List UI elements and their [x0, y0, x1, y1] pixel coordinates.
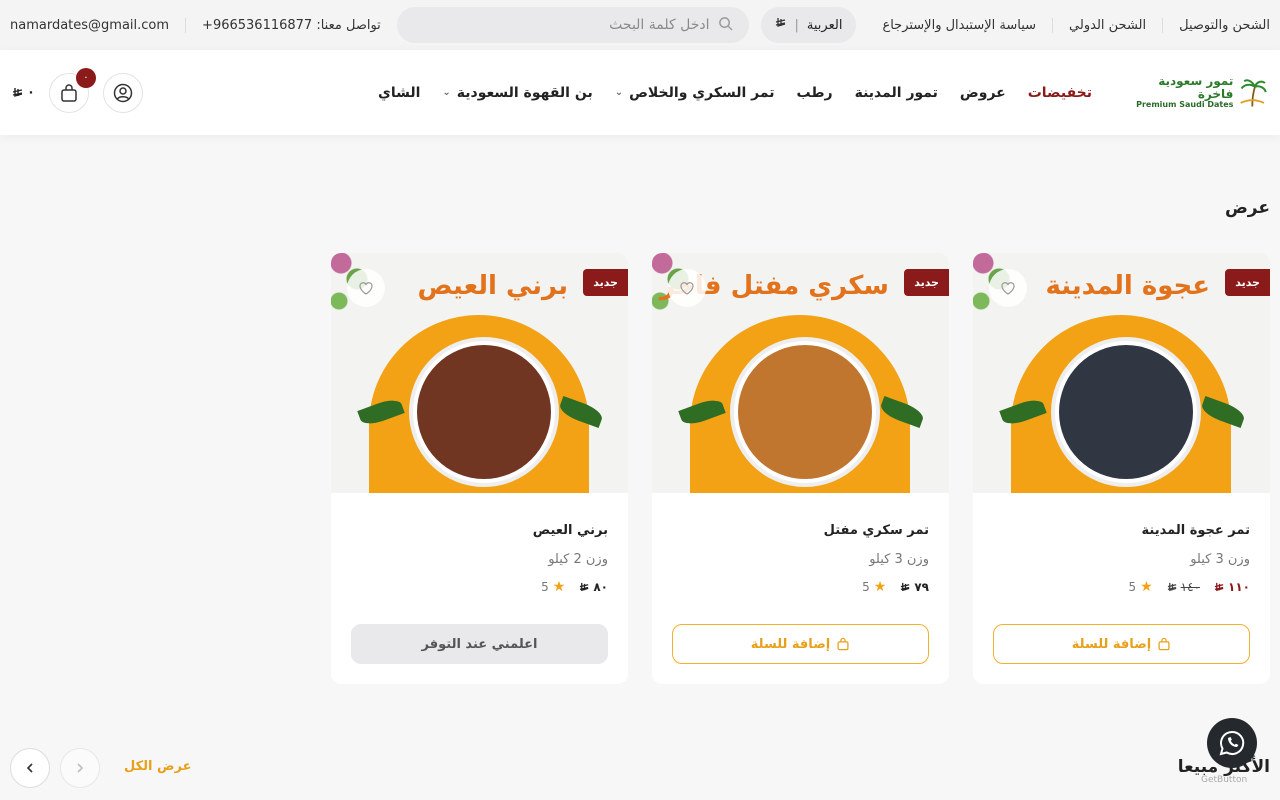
- dates-fill: [1059, 345, 1193, 479]
- riyal-icon: [580, 582, 589, 591]
- nav-item-tea[interactable]: الشاي: [378, 85, 420, 101]
- product-card[interactable]: عجوة المدينة جديد تمر عجوة المدينة وزن 3…: [973, 253, 1270, 684]
- user-icon: [113, 83, 133, 102]
- search-bar: [396, 7, 749, 43]
- top-bar: الشحن والتوصيل الشحن الدولي سياسة الإستب…: [0, 0, 1280, 50]
- return-policy-link[interactable]: سياسة الإستبدال والإسترجاع: [866, 18, 1052, 33]
- riyal-icon: [1167, 582, 1177, 591]
- logo-english-text: Premium Saudi Dates: [1136, 100, 1234, 110]
- chevron-down-icon: ⌄: [614, 87, 624, 98]
- top-links: الشحن والتوصيل الشحن الدولي سياسة الإستب…: [866, 17, 1270, 33]
- product-name[interactable]: تمر سكري مفتل: [672, 523, 929, 538]
- carousel-next-button[interactable]: [10, 748, 50, 788]
- heart-icon: [680, 282, 694, 295]
- add-to-cart-button[interactable]: إضافة للسلة: [672, 624, 929, 664]
- product-meta: ٨٠ ★ 5: [351, 579, 608, 595]
- phone-number: +966536116877: [202, 17, 313, 33]
- product-card[interactable]: برني العيص جديد برني العيص وزن 2 كيلو ٨٠…: [331, 253, 628, 684]
- search-input[interactable]: [412, 17, 710, 33]
- star-icon: ★: [1140, 579, 1153, 595]
- main-nav: تخفيضات عروض تمور المدينة رطب تمر السكري…: [378, 85, 1092, 101]
- product-rating: ★ 5: [862, 579, 887, 595]
- dates-bowl: [409, 337, 559, 487]
- riyal-icon: [1214, 582, 1224, 591]
- search-icon[interactable]: [718, 16, 733, 35]
- chevron-left-icon: [26, 763, 33, 773]
- product-name[interactable]: تمر عجوة المدينة: [993, 523, 1250, 538]
- star-icon: ★: [552, 579, 566, 595]
- international-shipping-link[interactable]: الشحن الدولي: [1052, 17, 1162, 33]
- shopping-bag-icon: [837, 637, 849, 651]
- product-price: ١١٠: [1214, 580, 1250, 594]
- product-meta: ٧٩ ★ 5: [672, 579, 929, 595]
- product-image[interactable]: عجوة المدينة جديد: [973, 253, 1270, 493]
- shopping-bag-icon: [1158, 637, 1170, 651]
- language-currency-selector[interactable]: العربية |: [760, 7, 857, 43]
- nav-item-saudi-coffee[interactable]: بن القهوة السعودية ⌄: [442, 85, 592, 101]
- product-weight: وزن 3 كيلو: [1190, 552, 1250, 567]
- product-banner-text: برني العيص: [417, 271, 569, 301]
- site-logo[interactable]: تمور سعودية فاخرة Premium Saudi Dates: [1130, 73, 1268, 113]
- view-all-link[interactable]: عرض الكل: [124, 759, 191, 774]
- cart-total: ٠: [12, 85, 35, 100]
- header-actions: ٠ ٠: [12, 67, 143, 113]
- currency-icon: [775, 17, 787, 33]
- product-price: ٧٩: [900, 580, 929, 594]
- dates-fill: [417, 345, 551, 479]
- heart-icon: [1001, 282, 1015, 295]
- wishlist-button[interactable]: [989, 269, 1027, 307]
- notify-when-available-button[interactable]: اعلمني عند التوفر: [351, 624, 608, 664]
- dates-bowl: [730, 337, 880, 487]
- add-to-cart-button[interactable]: إضافة للسلة: [993, 624, 1250, 664]
- nav-item-offers[interactable]: عروض: [960, 85, 1006, 101]
- wishlist-button[interactable]: [347, 269, 385, 307]
- logo-arabic-text: تمور سعودية فاخرة: [1158, 73, 1234, 102]
- product-meta: ١١٠ ١٤٠ ★ 5: [993, 579, 1250, 595]
- cart-button[interactable]: ٠: [48, 67, 96, 113]
- carousel-prev-button[interactable]: [60, 748, 100, 788]
- product-banner-text: عجوة المدينة: [1045, 271, 1210, 301]
- new-badge: جديد: [1225, 269, 1270, 296]
- nav-item-sukkari-khalas[interactable]: تمر السكري والخلاص ⌄: [615, 85, 775, 101]
- cart-count-badge: ٠: [75, 67, 96, 88]
- whatsapp-chat-button[interactable]: [1207, 718, 1257, 768]
- product-carousel: عجوة المدينة جديد تمر عجوة المدينة وزن 3…: [331, 253, 1270, 684]
- wishlist-button[interactable]: [668, 269, 706, 307]
- new-badge: جديد: [904, 269, 949, 296]
- offers-section-title: عرض: [1224, 198, 1270, 218]
- chevron-down-icon: ⌄: [442, 87, 451, 98]
- dates-bowl: [1051, 337, 1201, 487]
- product-name[interactable]: برني العيص: [351, 523, 608, 538]
- account-button[interactable]: [102, 72, 143, 113]
- nav-item-rutab[interactable]: رطب: [797, 85, 833, 101]
- shipping-delivery-link[interactable]: الشحن والتوصيل: [1162, 17, 1270, 33]
- product-card[interactable]: سكري مفتل فاخر جديد تمر سكري مفتل وزن 3 …: [652, 253, 949, 684]
- shopping-bag-icon: [61, 83, 77, 102]
- star-icon: ★: [873, 579, 887, 595]
- product-image[interactable]: سكري مفتل فاخر جديد: [652, 253, 949, 493]
- email-link[interactable]: namardates@gmail.com: [10, 18, 185, 33]
- product-image[interactable]: برني العيص جديد: [331, 253, 628, 493]
- product-weight: وزن 2 كيلو: [548, 552, 608, 567]
- contact-info: تواصل معنا: +966536116877 namardates@gma…: [10, 17, 397, 33]
- product-rating: ★ 5: [1128, 579, 1153, 595]
- whatsapp-icon: [1219, 730, 1245, 756]
- riyal-icon: [12, 87, 23, 97]
- riyal-icon: [901, 582, 910, 591]
- nav-item-madinah-dates[interactable]: تمور المدينة: [855, 85, 938, 101]
- nav-item-sale[interactable]: تخفيضات: [1028, 85, 1092, 101]
- language-label: العربية: [806, 17, 843, 33]
- phone-contact[interactable]: تواصل معنا: +966536116877: [185, 17, 397, 33]
- product-rating: ★ 5: [541, 579, 566, 595]
- product-old-price: ١٤٠: [1167, 580, 1200, 594]
- getbutton-credit[interactable]: GetButton: [1201, 775, 1247, 785]
- main-header: تمور سعودية فاخرة Premium Saudi Dates تخ…: [0, 50, 1280, 135]
- heart-icon: [359, 282, 373, 295]
- new-badge: جديد: [583, 269, 628, 296]
- chevron-right-icon: [77, 763, 84, 773]
- dates-fill: [738, 345, 872, 479]
- palm-logo-icon: [1240, 78, 1268, 106]
- product-weight: وزن 3 كيلو: [869, 552, 929, 567]
- product-price: ٨٠: [579, 580, 608, 594]
